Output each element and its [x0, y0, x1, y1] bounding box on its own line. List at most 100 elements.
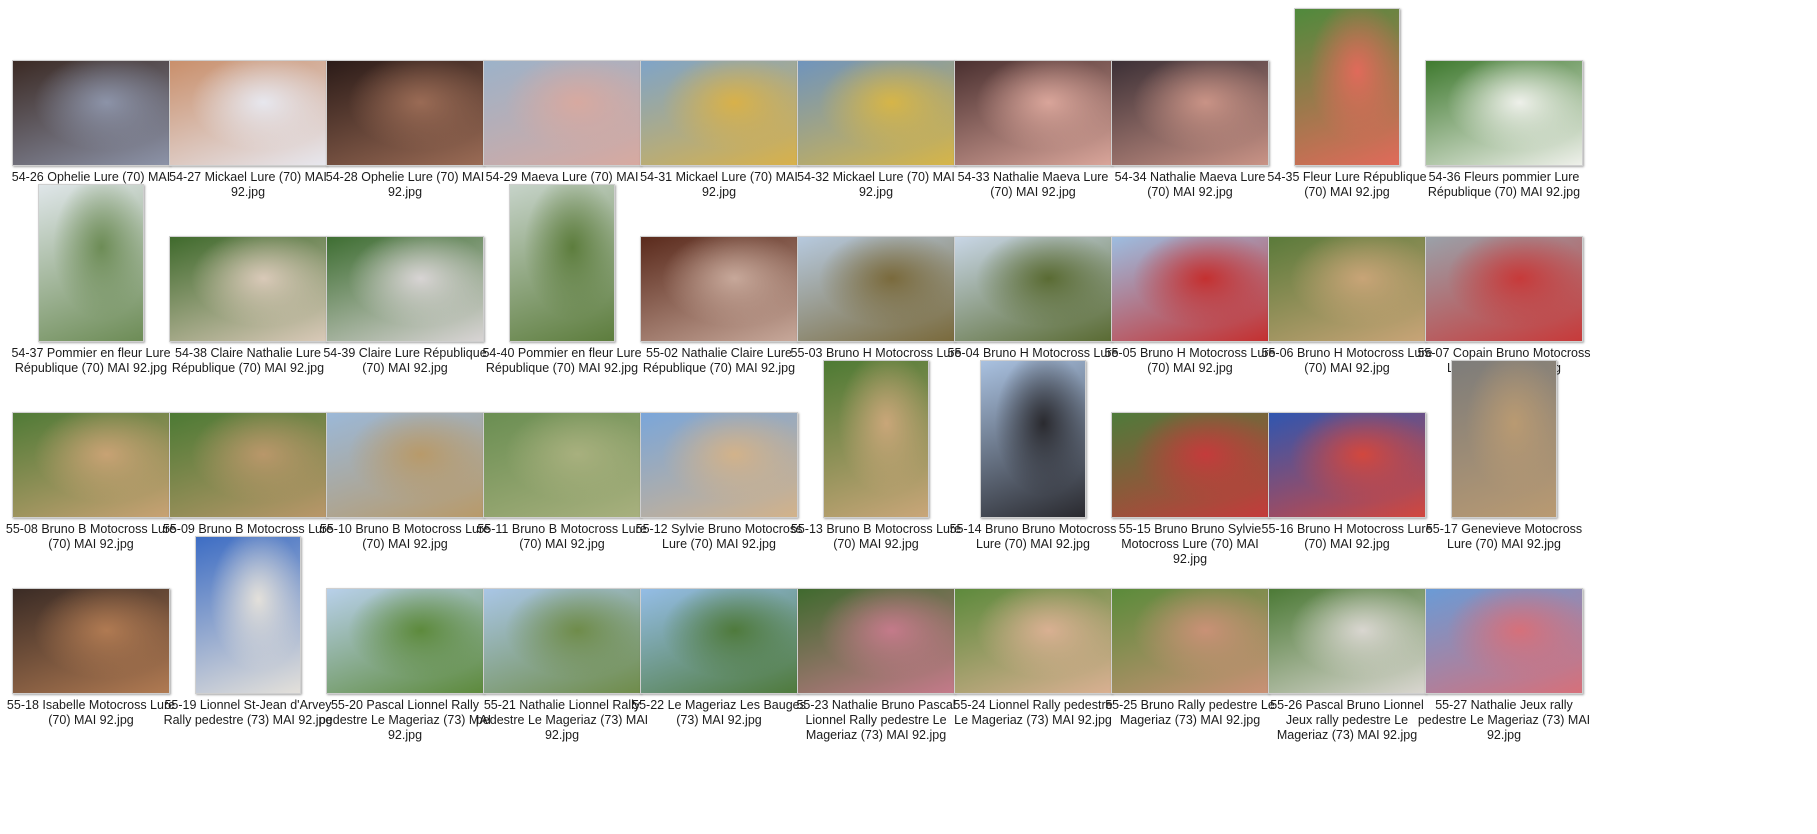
thumbnail-frame: [473, 180, 651, 342]
file-name-label: 55-21 Nathalie Lionnel Rally pedestre Le…: [475, 698, 649, 742]
file-item[interactable]: 55-23 Nathalie Bruno Pascal Lionnel Rall…: [787, 528, 965, 742]
thumbnail-frame: [1258, 180, 1436, 342]
file-item[interactable]: 55-09 Bruno B Motocross Lure (70) MAI 92…: [159, 352, 337, 556]
photo-thumbnail[interactable]: [12, 588, 170, 694]
thumbnail-frame: [944, 4, 1122, 166]
photo-thumbnail[interactable]: [1425, 588, 1583, 694]
thumbnail-frame: [473, 4, 651, 166]
photo-thumbnail[interactable]: [12, 412, 170, 518]
photo-thumbnail[interactable]: [1425, 60, 1583, 166]
file-item[interactable]: 55-08 Bruno B Motocross Lure (70) MAI 92…: [2, 352, 180, 556]
file-item[interactable]: 55-25 Bruno Rally pedestre Le Mageriaz (…: [1101, 528, 1279, 732]
file-item[interactable]: 55-02 Nathalie Claire Lure République (7…: [630, 176, 808, 380]
photo-thumbnail[interactable]: [483, 412, 641, 518]
photo-thumbnail[interactable]: [1268, 588, 1426, 694]
photo-thumbnail[interactable]: [1268, 412, 1426, 518]
photo-thumbnail[interactable]: [169, 412, 327, 518]
thumbnail-frame: [159, 356, 337, 518]
thumbnail-grid: 54-26 Ophelie Lure (70) MAI 92.jpg54-27 …: [0, 0, 1817, 834]
photo-thumbnail[interactable]: [640, 588, 798, 694]
photo-thumbnail[interactable]: [326, 588, 484, 694]
photo-thumbnail[interactable]: [509, 184, 615, 342]
photo-thumbnail[interactable]: [12, 60, 170, 166]
thumbnail-frame: [316, 356, 494, 518]
photo-thumbnail[interactable]: [1111, 236, 1269, 342]
photo-thumbnail[interactable]: [1425, 236, 1583, 342]
file-item[interactable]: 55-26 Pascal Bruno Lionnel Jeux rally pe…: [1258, 528, 1436, 742]
photo-thumbnail[interactable]: [1451, 360, 1557, 518]
file-item[interactable]: 54-40 Pommier en fleur Lure République (…: [473, 176, 651, 380]
photo-thumbnail[interactable]: [483, 60, 641, 166]
file-item[interactable]: 54-28 Ophelie Lure (70) MAI 92.jpg: [316, 0, 494, 204]
file-name-label: 55-23 Nathalie Bruno Pascal Lionnel Rall…: [796, 698, 956, 742]
file-item[interactable]: 55-18 Isabelle Motocross Lure (70) MAI 9…: [2, 528, 180, 732]
file-item[interactable]: 55-06 Bruno H Motocross Lure (70) MAI 92…: [1258, 176, 1436, 380]
photo-thumbnail[interactable]: [1111, 412, 1269, 518]
photo-thumbnail[interactable]: [326, 412, 484, 518]
file-item[interactable]: 55-04 Bruno H Motocross Lure (70) MAI 92…: [944, 176, 1122, 380]
file-item[interactable]: 55-14 Bruno Bruno Motocross Lure (70) MA…: [944, 352, 1122, 556]
file-item[interactable]: 55-13 Bruno B Motocross Lure (70) MAI 92…: [787, 352, 965, 556]
thumbnail-frame: [1101, 4, 1279, 166]
file-item[interactable]: 55-20 Pascal Lionnel Rally pedestre Le M…: [316, 528, 494, 742]
file-item[interactable]: 54-39 Claire Lure République (70) MAI 92…: [316, 176, 494, 380]
thumbnail-frame: [944, 532, 1122, 694]
file-item[interactable]: 54-26 Ophelie Lure (70) MAI 92.jpg: [2, 0, 180, 204]
file-item[interactable]: 55-21 Nathalie Lionnel Rally pedestre Le…: [473, 528, 651, 742]
photo-thumbnail[interactable]: [797, 236, 955, 342]
photo-thumbnail[interactable]: [823, 360, 929, 518]
photo-thumbnail[interactable]: [169, 236, 327, 342]
thumbnail-frame: [473, 532, 651, 694]
file-item[interactable]: 55-12 Sylvie Bruno Motocross Lure (70) M…: [630, 352, 808, 556]
file-item[interactable]: 54-29 Maeva Lure (70) MAI 92.jpg: [473, 0, 651, 204]
photo-thumbnail[interactable]: [326, 236, 484, 342]
file-item[interactable]: 54-36 Fleurs pommier Lure République (70…: [1415, 0, 1593, 204]
file-item[interactable]: 54-37 Pommier en fleur Lure République (…: [2, 176, 180, 380]
thumbnail-frame: [630, 180, 808, 342]
file-item[interactable]: 55-24 Lionnel Rally pedestre Le Mageriaz…: [944, 528, 1122, 732]
photo-thumbnail[interactable]: [1111, 588, 1269, 694]
photo-thumbnail[interactable]: [954, 588, 1112, 694]
file-item[interactable]: 55-07 Copain Bruno Motocross Lure (70) M…: [1415, 176, 1593, 380]
file-item[interactable]: 54-34 Nathalie Maeva Lure (70) MAI 92.jp…: [1101, 0, 1279, 204]
photo-thumbnail[interactable]: [797, 60, 955, 166]
file-name-label: 55-20 Pascal Lionnel Rally pedestre Le M…: [318, 698, 492, 742]
photo-thumbnail[interactable]: [483, 588, 641, 694]
file-item[interactable]: 55-19 Lionnel St-Jean d'Arvey Rally pede…: [159, 528, 337, 732]
photo-thumbnail[interactable]: [38, 184, 144, 342]
thumbnail-frame: [316, 4, 494, 166]
thumbnail-frame: [1415, 180, 1593, 342]
photo-thumbnail[interactable]: [169, 60, 327, 166]
file-item[interactable]: 55-05 Bruno H Motocross Lure (70) MAI 92…: [1101, 176, 1279, 380]
file-item[interactable]: 55-16 Bruno H Motocross Lure (70) MAI 92…: [1258, 352, 1436, 556]
file-item[interactable]: 55-11 Bruno B Motocross Lure (70) MAI 92…: [473, 352, 651, 556]
photo-thumbnail[interactable]: [326, 60, 484, 166]
file-item[interactable]: 55-15 Bruno Bruno Sylvie Motocross Lure …: [1101, 352, 1279, 566]
file-item[interactable]: 54-27 Mickael Lure (70) MAI 92.jpg: [159, 0, 337, 204]
photo-thumbnail[interactable]: [954, 60, 1112, 166]
photo-thumbnail[interactable]: [1111, 60, 1269, 166]
photo-thumbnail[interactable]: [195, 536, 301, 694]
file-item[interactable]: 54-38 Claire Nathalie Lure République (7…: [159, 176, 337, 380]
file-item[interactable]: 54-31 Mickael Lure (70) MAI 92.jpg: [630, 0, 808, 204]
photo-thumbnail[interactable]: [797, 588, 955, 694]
photo-thumbnail[interactable]: [640, 60, 798, 166]
thumbnail-frame: [159, 4, 337, 166]
photo-thumbnail[interactable]: [980, 360, 1086, 518]
file-item[interactable]: 55-10 Bruno B Motocross Lure (70) MAI 92…: [316, 352, 494, 556]
file-item[interactable]: 55-03 Bruno H Motocross Lure (70) MAI 92…: [787, 176, 965, 380]
thumbnail-frame: [1101, 180, 1279, 342]
photo-thumbnail[interactable]: [640, 236, 798, 342]
photo-thumbnail[interactable]: [954, 236, 1112, 342]
file-item[interactable]: 54-33 Nathalie Maeva Lure (70) MAI 92.jp…: [944, 0, 1122, 204]
thumbnail-frame: [630, 356, 808, 518]
photo-thumbnail[interactable]: [1294, 8, 1400, 166]
file-item[interactable]: 54-35 Fleur Lure République (70) MAI 92.…: [1258, 0, 1436, 204]
photo-thumbnail[interactable]: [640, 412, 798, 518]
file-item[interactable]: 55-17 Genevieve Motocross Lure (70) MAI …: [1415, 352, 1593, 556]
thumbnail-frame: [159, 180, 337, 342]
file-item[interactable]: 55-22 Le Mageriaz Les Bauges (73) MAI 92…: [630, 528, 808, 732]
photo-thumbnail[interactable]: [1268, 236, 1426, 342]
file-item[interactable]: 54-32 Mickael Lure (70) MAI 92.jpg: [787, 0, 965, 204]
file-item[interactable]: 55-27 Nathalie Jeux rally pedestre Le Ma…: [1415, 528, 1593, 742]
